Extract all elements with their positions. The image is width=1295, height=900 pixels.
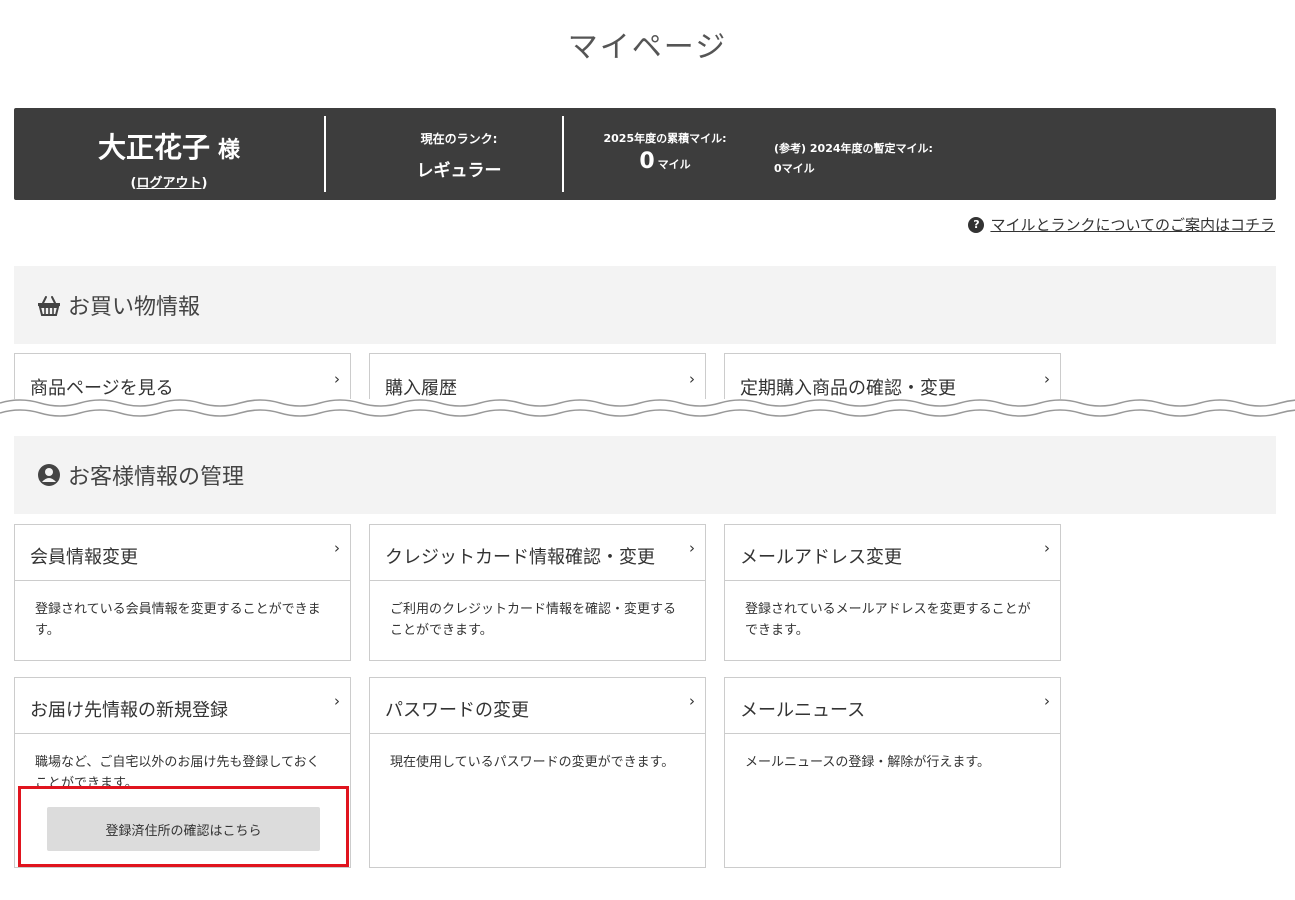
miles-value: 0 xyxy=(639,149,655,174)
chevron-right-icon: › xyxy=(689,692,695,710)
highlight-annotation xyxy=(18,786,349,867)
card-title: 会員情報変更 xyxy=(30,547,138,568)
card-description: メールニュースの登録・解除が行えます。 xyxy=(745,755,991,770)
card-password-change[interactable]: パスワードの変更 › 現在使用しているパスワードの変更ができます。 xyxy=(369,677,706,868)
miles-unit: マイル xyxy=(657,158,691,171)
card-subscription[interactable]: 定期購入商品の確認・変更 › xyxy=(724,353,1061,399)
card-purchase-history[interactable]: 購入履歴 › xyxy=(369,353,706,399)
chevron-right-icon: › xyxy=(334,692,340,710)
rank-block: 現在のランク: レギュラー xyxy=(342,130,576,181)
customer-section-header: お客様情報の管理 xyxy=(14,436,1276,514)
card-description: 職場など、ご自宅以外のお届け先も登録しておくことができます。 xyxy=(35,755,320,791)
ref-miles-label: (参考) 2024年度の暫定マイル: xyxy=(774,142,933,155)
card-header: クレジットカード情報確認・変更 › xyxy=(370,525,705,581)
page-break-wave xyxy=(0,399,1295,417)
card-description: 登録されている会員情報を変更することができます。 xyxy=(35,602,321,638)
chevron-right-icon: › xyxy=(334,370,340,388)
chevron-right-icon: › xyxy=(1044,539,1050,557)
chevron-right-icon: › xyxy=(689,370,695,388)
miles-rank-help-link[interactable]: ? マイルとランクについてのご案内はコチラ xyxy=(968,214,1275,235)
card-description: 現在使用しているパスワードの変更ができます。 xyxy=(390,755,675,770)
card-description: 登録されているメールアドレスを変更することができます。 xyxy=(745,602,1031,638)
card-product-page[interactable]: 商品ページを見る › xyxy=(14,353,351,399)
card-mail-news[interactable]: メールニュース › メールニュースの登録・解除が行えます。 xyxy=(724,677,1061,868)
customer-section-title: お客様情報の管理 xyxy=(68,465,245,490)
card-header: パスワードの変更 › xyxy=(370,678,705,734)
ref-miles-value: 0マイル xyxy=(774,162,815,175)
chevron-right-icon: › xyxy=(689,539,695,557)
card-description: ご利用のクレジットカード情報を確認・変更することができます。 xyxy=(390,602,677,638)
miles-readout: 0 マイル xyxy=(586,149,744,174)
rank-value: レギュラー xyxy=(416,161,502,181)
card-email-change[interactable]: メールアドレス変更 › 登録されているメールアドレスを変更することができます。 xyxy=(724,524,1061,661)
ref-miles-block: (参考) 2024年度の暫定マイル: 0マイル xyxy=(774,140,933,176)
card-header: 会員情報変更 › xyxy=(15,525,350,581)
card-member-info[interactable]: 会員情報変更 › 登録されている会員情報を変更することができます。 xyxy=(14,524,351,661)
user-circle-icon xyxy=(38,464,60,486)
card-title: メールニュース xyxy=(740,700,866,721)
member-bar: 大正花子様 (ログアウト) 現在のランク: レギュラー 2025年度の累積マイル… xyxy=(14,108,1276,200)
card-title: メールアドレス変更 xyxy=(740,547,902,568)
chevron-right-icon: › xyxy=(1044,692,1050,710)
question-circle-icon: ? xyxy=(968,216,985,233)
miles-block: 2025年度の累積マイル: 0 マイル xyxy=(586,130,744,174)
member-honorific: 様 xyxy=(218,138,241,163)
rank-label: 現在のランク: xyxy=(420,132,498,146)
chevron-right-icon: › xyxy=(1044,370,1050,388)
member-bar-divider xyxy=(562,116,564,192)
card-title: クレジットカード情報確認・変更 xyxy=(385,547,655,568)
shopping-section-header: お買い物情報 xyxy=(14,266,1276,344)
card-credit-card[interactable]: クレジットカード情報確認・変更 › ご利用のクレジットカード情報を確認・変更する… xyxy=(369,524,706,661)
card-header: お届け先情報の新規登録 › xyxy=(15,678,350,734)
help-link-text: マイルとランクについてのご案内はコチラ xyxy=(990,216,1275,234)
chevron-right-icon: › xyxy=(334,539,340,557)
card-title: お届け先情報の新規登録 xyxy=(30,700,228,721)
basket-icon xyxy=(38,296,60,316)
miles-label: 2025年度の累積マイル: xyxy=(603,132,727,145)
logout-paren-close: ) xyxy=(201,176,208,191)
logout-wrapper: (ログアウト) xyxy=(14,172,324,191)
logout-link[interactable]: ログアウト xyxy=(136,176,201,191)
card-title: パスワードの変更 xyxy=(385,700,529,721)
member-bar-divider xyxy=(324,116,326,192)
member-name-block: 大正花子様 (ログアウト) xyxy=(14,126,324,191)
card-header: メールニュース › xyxy=(725,678,1060,734)
shopping-section-title: お買い物情報 xyxy=(68,295,201,320)
page-title: マイページ xyxy=(567,30,728,65)
card-header: メールアドレス変更 › xyxy=(725,525,1060,581)
member-name: 大正花子 xyxy=(97,131,210,164)
